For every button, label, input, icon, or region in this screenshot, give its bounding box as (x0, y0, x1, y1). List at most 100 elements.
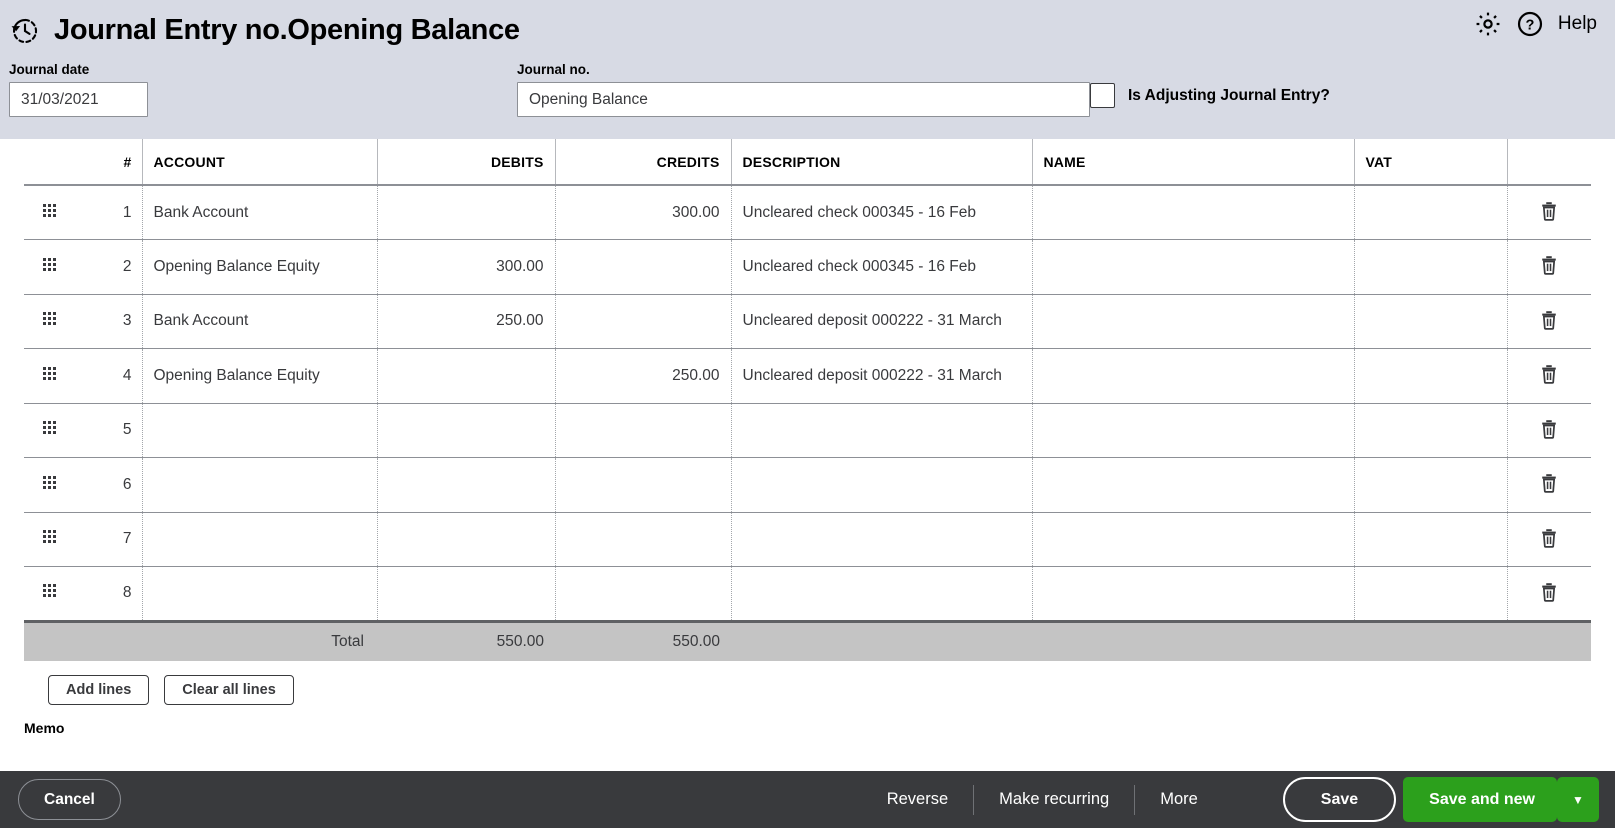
row-name[interactable] (1032, 512, 1355, 567)
row-description[interactable]: Uncleared deposit 000222 - 31 March (731, 348, 1033, 404)
chevron-down-icon[interactable]: ▼ (1557, 777, 1599, 822)
row-name[interactable] (1032, 457, 1355, 513)
row-credits[interactable] (555, 457, 732, 513)
trash-icon[interactable] (1536, 525, 1562, 551)
column-header-account[interactable]: ACCOUNT (142, 139, 378, 186)
journal-no-input[interactable] (517, 82, 1090, 117)
drag-handle-icon[interactable] (43, 475, 56, 489)
row-drag-cell[interactable] (24, 403, 75, 458)
row-debits[interactable] (377, 185, 556, 240)
row-debits[interactable]: 300.00 (377, 239, 556, 295)
drag-handle-icon[interactable] (43, 257, 56, 271)
journal-date-input[interactable] (9, 82, 148, 117)
row-description[interactable]: Uncleared check 000345 - 16 Feb (731, 239, 1033, 295)
row-vat[interactable] (1354, 185, 1508, 240)
column-header-name[interactable]: NAME (1032, 139, 1355, 186)
column-header-description[interactable]: DESCRIPTION (731, 139, 1033, 186)
row-account[interactable]: Bank Account (142, 185, 378, 240)
row-credits[interactable] (555, 239, 732, 295)
row-debits[interactable] (377, 457, 556, 513)
row-debits[interactable] (377, 566, 556, 622)
trash-icon[interactable] (1536, 416, 1562, 442)
row-debits[interactable] (377, 348, 556, 404)
row-credits[interactable]: 250.00 (555, 348, 732, 404)
row-account[interactable] (142, 457, 378, 513)
clear-all-lines-button[interactable]: Clear all lines (164, 675, 294, 705)
reverse-link[interactable]: Reverse (862, 790, 973, 809)
row-credits[interactable] (555, 294, 732, 349)
row-drag-cell[interactable] (24, 239, 75, 295)
make-recurring-link[interactable]: Make recurring (974, 790, 1134, 809)
row-drag-cell[interactable] (24, 457, 75, 513)
cancel-button[interactable]: Cancel (18, 779, 121, 820)
row-vat[interactable] (1354, 566, 1508, 622)
row-credits[interactable]: 300.00 (555, 185, 732, 240)
row-delete-cell[interactable] (1507, 403, 1591, 458)
row-description[interactable]: Uncleared check 000345 - 16 Feb (731, 185, 1033, 240)
row-name[interactable] (1032, 239, 1355, 295)
row-description[interactable] (731, 403, 1033, 458)
trash-icon[interactable] (1536, 470, 1562, 496)
row-account[interactable] (142, 566, 378, 622)
row-credits[interactable] (555, 403, 732, 458)
row-vat[interactable] (1354, 457, 1508, 513)
row-delete-cell[interactable] (1507, 512, 1591, 567)
row-credits[interactable] (555, 512, 732, 567)
row-account[interactable] (142, 512, 378, 567)
drag-handle-icon[interactable] (43, 530, 56, 544)
drag-handle-icon[interactable] (43, 421, 56, 435)
row-account[interactable] (142, 403, 378, 458)
column-header-credits[interactable]: CREDITS (555, 139, 732, 186)
row-account[interactable]: Bank Account (142, 294, 378, 349)
row-vat[interactable] (1354, 403, 1508, 458)
row-vat[interactable] (1354, 239, 1508, 295)
help-label[interactable]: Help (1558, 13, 1597, 35)
row-debits[interactable] (377, 403, 556, 458)
drag-handle-icon[interactable] (43, 312, 56, 326)
drag-handle-icon[interactable] (43, 584, 56, 598)
row-delete-cell[interactable] (1507, 566, 1591, 622)
row-debits[interactable] (377, 512, 556, 567)
row-description[interactable] (731, 457, 1033, 513)
row-drag-cell[interactable] (24, 294, 75, 349)
row-credits[interactable] (555, 566, 732, 622)
save-and-new-button[interactable]: Save and new (1403, 777, 1557, 822)
row-delete-cell[interactable] (1507, 239, 1591, 295)
row-delete-cell[interactable] (1507, 348, 1591, 404)
drag-handle-icon[interactable] (43, 366, 56, 380)
row-description[interactable] (731, 566, 1033, 622)
row-account[interactable]: Opening Balance Equity (142, 239, 378, 295)
row-name[interactable] (1032, 348, 1355, 404)
trash-icon[interactable] (1536, 307, 1562, 333)
gear-icon[interactable] (1474, 10, 1502, 38)
save-button[interactable]: Save (1282, 777, 1397, 822)
row-name[interactable] (1032, 566, 1355, 622)
more-link[interactable]: More (1135, 790, 1223, 809)
row-delete-cell[interactable] (1507, 294, 1591, 349)
row-name[interactable] (1032, 403, 1355, 458)
row-account[interactable]: Opening Balance Equity (142, 348, 378, 404)
trash-icon[interactable] (1536, 198, 1562, 224)
drag-handle-icon[interactable] (43, 203, 56, 217)
row-vat[interactable] (1354, 512, 1508, 567)
row-drag-cell[interactable] (24, 185, 75, 240)
trash-icon[interactable] (1536, 579, 1562, 605)
row-description[interactable]: Uncleared deposit 000222 - 31 March (731, 294, 1033, 349)
column-header-debits[interactable]: DEBITS (377, 139, 556, 186)
row-drag-cell[interactable] (24, 566, 75, 622)
trash-icon[interactable] (1536, 361, 1562, 387)
adjusting-journal-entry-checkbox[interactable] (1090, 83, 1115, 108)
trash-icon[interactable] (1536, 252, 1562, 278)
row-vat[interactable] (1354, 348, 1508, 404)
row-debits[interactable]: 250.00 (377, 294, 556, 349)
help-circle-icon[interactable]: ? (1516, 10, 1544, 38)
row-name[interactable] (1032, 185, 1355, 240)
add-lines-button[interactable]: Add lines (48, 675, 150, 705)
row-drag-cell[interactable] (24, 512, 75, 567)
row-delete-cell[interactable] (1507, 185, 1591, 240)
row-drag-cell[interactable] (24, 348, 75, 404)
row-delete-cell[interactable] (1507, 457, 1591, 513)
row-description[interactable] (731, 512, 1033, 567)
column-header-vat[interactable]: VAT (1354, 139, 1508, 186)
row-name[interactable] (1032, 294, 1355, 349)
